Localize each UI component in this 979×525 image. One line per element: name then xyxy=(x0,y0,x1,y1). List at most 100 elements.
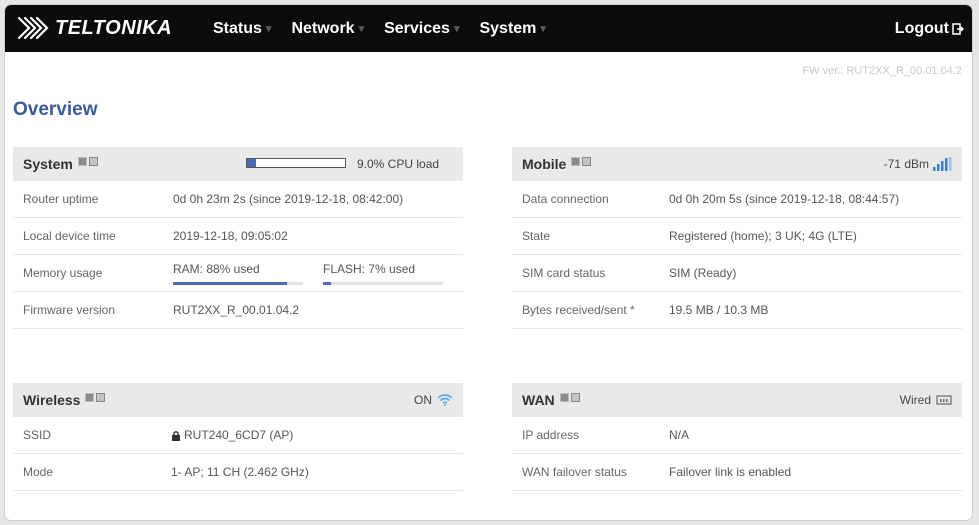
ssid-value-container: RUT240_6CD7 (AP) xyxy=(171,428,293,442)
settings-icon[interactable] xyxy=(582,156,592,166)
flash-usage: FLASH: 7% used xyxy=(323,255,453,292)
brand-name: TELTONIKA xyxy=(55,16,173,39)
mobile-row-key: Bytes received/sent * xyxy=(522,303,635,317)
menu-services[interactable]: Services ▾ xyxy=(384,5,479,52)
wan-row-key: WAN failover status xyxy=(522,465,627,479)
mobile-row-key: SIM card status xyxy=(522,266,606,280)
wireless-row-ssid: SSID RUT240_6CD7 (AP) xyxy=(13,417,463,454)
memory-usage-key: Memory usage xyxy=(23,266,103,280)
main-menu: Status ▾ Network ▾ Services ▾ System ▾ xyxy=(213,5,566,52)
settings-icon[interactable] xyxy=(96,392,106,402)
wireless-row-mode: Mode 1- AP; 11 CH (2.462 GHz) xyxy=(13,454,463,491)
ram-usage-label: RAM: 88% used xyxy=(173,261,260,276)
panel-controls xyxy=(559,392,582,402)
settings-icon[interactable] xyxy=(88,156,98,166)
menu-network-label: Network xyxy=(291,19,355,37)
flash-usage-bar xyxy=(323,281,443,285)
mobile-row-key: Data connection xyxy=(522,192,609,206)
mobile-panel: Mobile -71 dBm Data connection 0d 0h 20m… xyxy=(512,147,962,329)
top-navigation-bar: TELTONIKA Status ▾ Network ▾ Services ▾ … xyxy=(5,5,972,52)
menu-status[interactable]: Status ▾ xyxy=(213,5,291,52)
ram-usage: RAM: 88% used xyxy=(173,255,323,292)
page-title: Overview xyxy=(13,99,98,120)
system-panel-header: System 9.0% CPU load xyxy=(13,147,463,181)
wan-row: IP address N/A xyxy=(512,417,962,454)
wan-row-value: Failover link is enabled xyxy=(669,465,792,479)
mobile-signal: -71 dBm xyxy=(884,147,952,181)
lock-icon xyxy=(172,430,180,441)
system-panel-title: System xyxy=(23,156,73,172)
info-icon[interactable] xyxy=(85,392,95,402)
menu-network[interactable]: Network ▾ xyxy=(291,5,384,52)
firmware-version-label: FW ver.: RUT2XX_R_00.01.04.2 xyxy=(802,65,962,77)
ssid-key: SSID xyxy=(23,428,52,442)
wifi-icon xyxy=(437,394,453,406)
wireless-status: ON xyxy=(414,383,453,417)
wan-panel: WAN Wired IP address N/A WAN failover st… xyxy=(512,383,962,491)
wan-panel-header: WAN Wired xyxy=(512,383,962,417)
chevron-down-icon: ▾ xyxy=(265,23,272,35)
ram-usage-fill xyxy=(173,281,288,285)
settings-icon[interactable] xyxy=(570,392,580,402)
mode-value: 1- AP; 11 CH (2.462 GHz) xyxy=(171,465,309,479)
router-uptime-value: 0d 0h 23m 2s (since 2019-12-18, 08:42:00… xyxy=(173,192,404,206)
flash-usage-fill xyxy=(323,281,332,285)
info-icon[interactable] xyxy=(571,156,581,166)
mobile-row: SIM card status SIM (Ready) xyxy=(512,255,962,292)
menu-system-label: System xyxy=(479,19,537,37)
wireless-status-label: ON xyxy=(414,393,432,407)
local-time-value: 2019-12-18, 09:05:02 xyxy=(173,229,288,243)
cpu-load-fill xyxy=(247,159,256,167)
logout-label: Logout xyxy=(894,19,949,37)
cpu-load-bar xyxy=(246,158,346,168)
wan-row: WAN failover status Failover link is ena… xyxy=(512,454,962,491)
wireless-panel: Wireless ON SSID RUT240_6CD7 (AP) Mode 1… xyxy=(13,383,463,491)
mobile-row-value: Registered (home); 3 UK; 4G (LTE) xyxy=(669,229,857,243)
mobile-row-value: SIM (Ready) xyxy=(669,266,737,280)
mobile-row: Bytes received/sent * 19.5 MB / 10.3 MB xyxy=(512,292,962,329)
mobile-row-value: 0d 0h 20m 5s (since 2019-12-18, 08:44:57… xyxy=(669,192,900,206)
chevron-down-icon: ▾ xyxy=(358,23,365,35)
mode-key: Mode xyxy=(23,465,54,479)
system-row-uptime: Router uptime 0d 0h 23m 2s (since 2019-1… xyxy=(13,181,463,218)
flash-usage-label: FLASH: 7% used xyxy=(323,261,416,276)
wireless-panel-title: Wireless xyxy=(23,392,81,408)
system-row-time: Local device time 2019-12-18, 09:05:02 xyxy=(13,218,463,255)
teltonika-logo-icon xyxy=(17,16,49,40)
local-time-key: Local device time xyxy=(23,229,116,243)
info-icon[interactable] xyxy=(559,392,569,402)
mobile-row: State Registered (home); 3 UK; 4G (LTE) xyxy=(512,218,962,255)
mobile-panel-title: Mobile xyxy=(522,156,567,172)
wan-status: Wired xyxy=(900,383,952,417)
firmware-version-value: RUT2XX_R_00.01.04.2 xyxy=(173,303,300,317)
teltonika-logo[interactable]: TELTONIKA xyxy=(17,14,172,42)
panel-controls xyxy=(77,156,100,166)
wan-row-key: IP address xyxy=(522,428,580,442)
router-uptime-key: Router uptime xyxy=(23,192,99,206)
chevron-down-icon: ▾ xyxy=(540,23,546,35)
ssid-value: RUT240_6CD7 (AP) xyxy=(184,428,294,442)
wan-panel-title: WAN xyxy=(522,392,555,408)
ram-usage-bar xyxy=(173,281,303,285)
system-row-memory: Memory usage RAM: 88% used FLASH: 7% use… xyxy=(13,255,463,292)
logout-icon xyxy=(952,22,964,35)
info-icon[interactable] xyxy=(77,156,87,166)
logout-button[interactable]: Logout xyxy=(895,5,964,52)
wan-row-value: N/A xyxy=(669,428,690,442)
panel-controls xyxy=(571,156,593,166)
menu-system[interactable]: System ▾ xyxy=(479,5,565,52)
system-row-firmware: Firmware version RUT2XX_R_00.01.04.2 xyxy=(13,292,463,329)
cpu-load-label: 9.0% CPU load xyxy=(357,157,440,171)
panel-controls xyxy=(85,392,107,402)
menu-services-label: Services xyxy=(384,19,450,37)
chevron-down-icon: ▾ xyxy=(453,23,460,35)
mobile-row-key: State xyxy=(522,229,551,243)
wireless-panel-header: Wireless ON xyxy=(13,383,463,417)
firmware-version-key: Firmware version xyxy=(23,303,116,317)
mobile-panel-header: Mobile -71 dBm xyxy=(512,147,962,181)
menu-status-label: Status xyxy=(213,19,262,37)
mobile-row-value: 19.5 MB / 10.3 MB xyxy=(669,303,769,317)
ethernet-icon xyxy=(936,395,952,405)
signal-bars-icon xyxy=(933,157,952,171)
wan-status-label: Wired xyxy=(899,393,931,407)
